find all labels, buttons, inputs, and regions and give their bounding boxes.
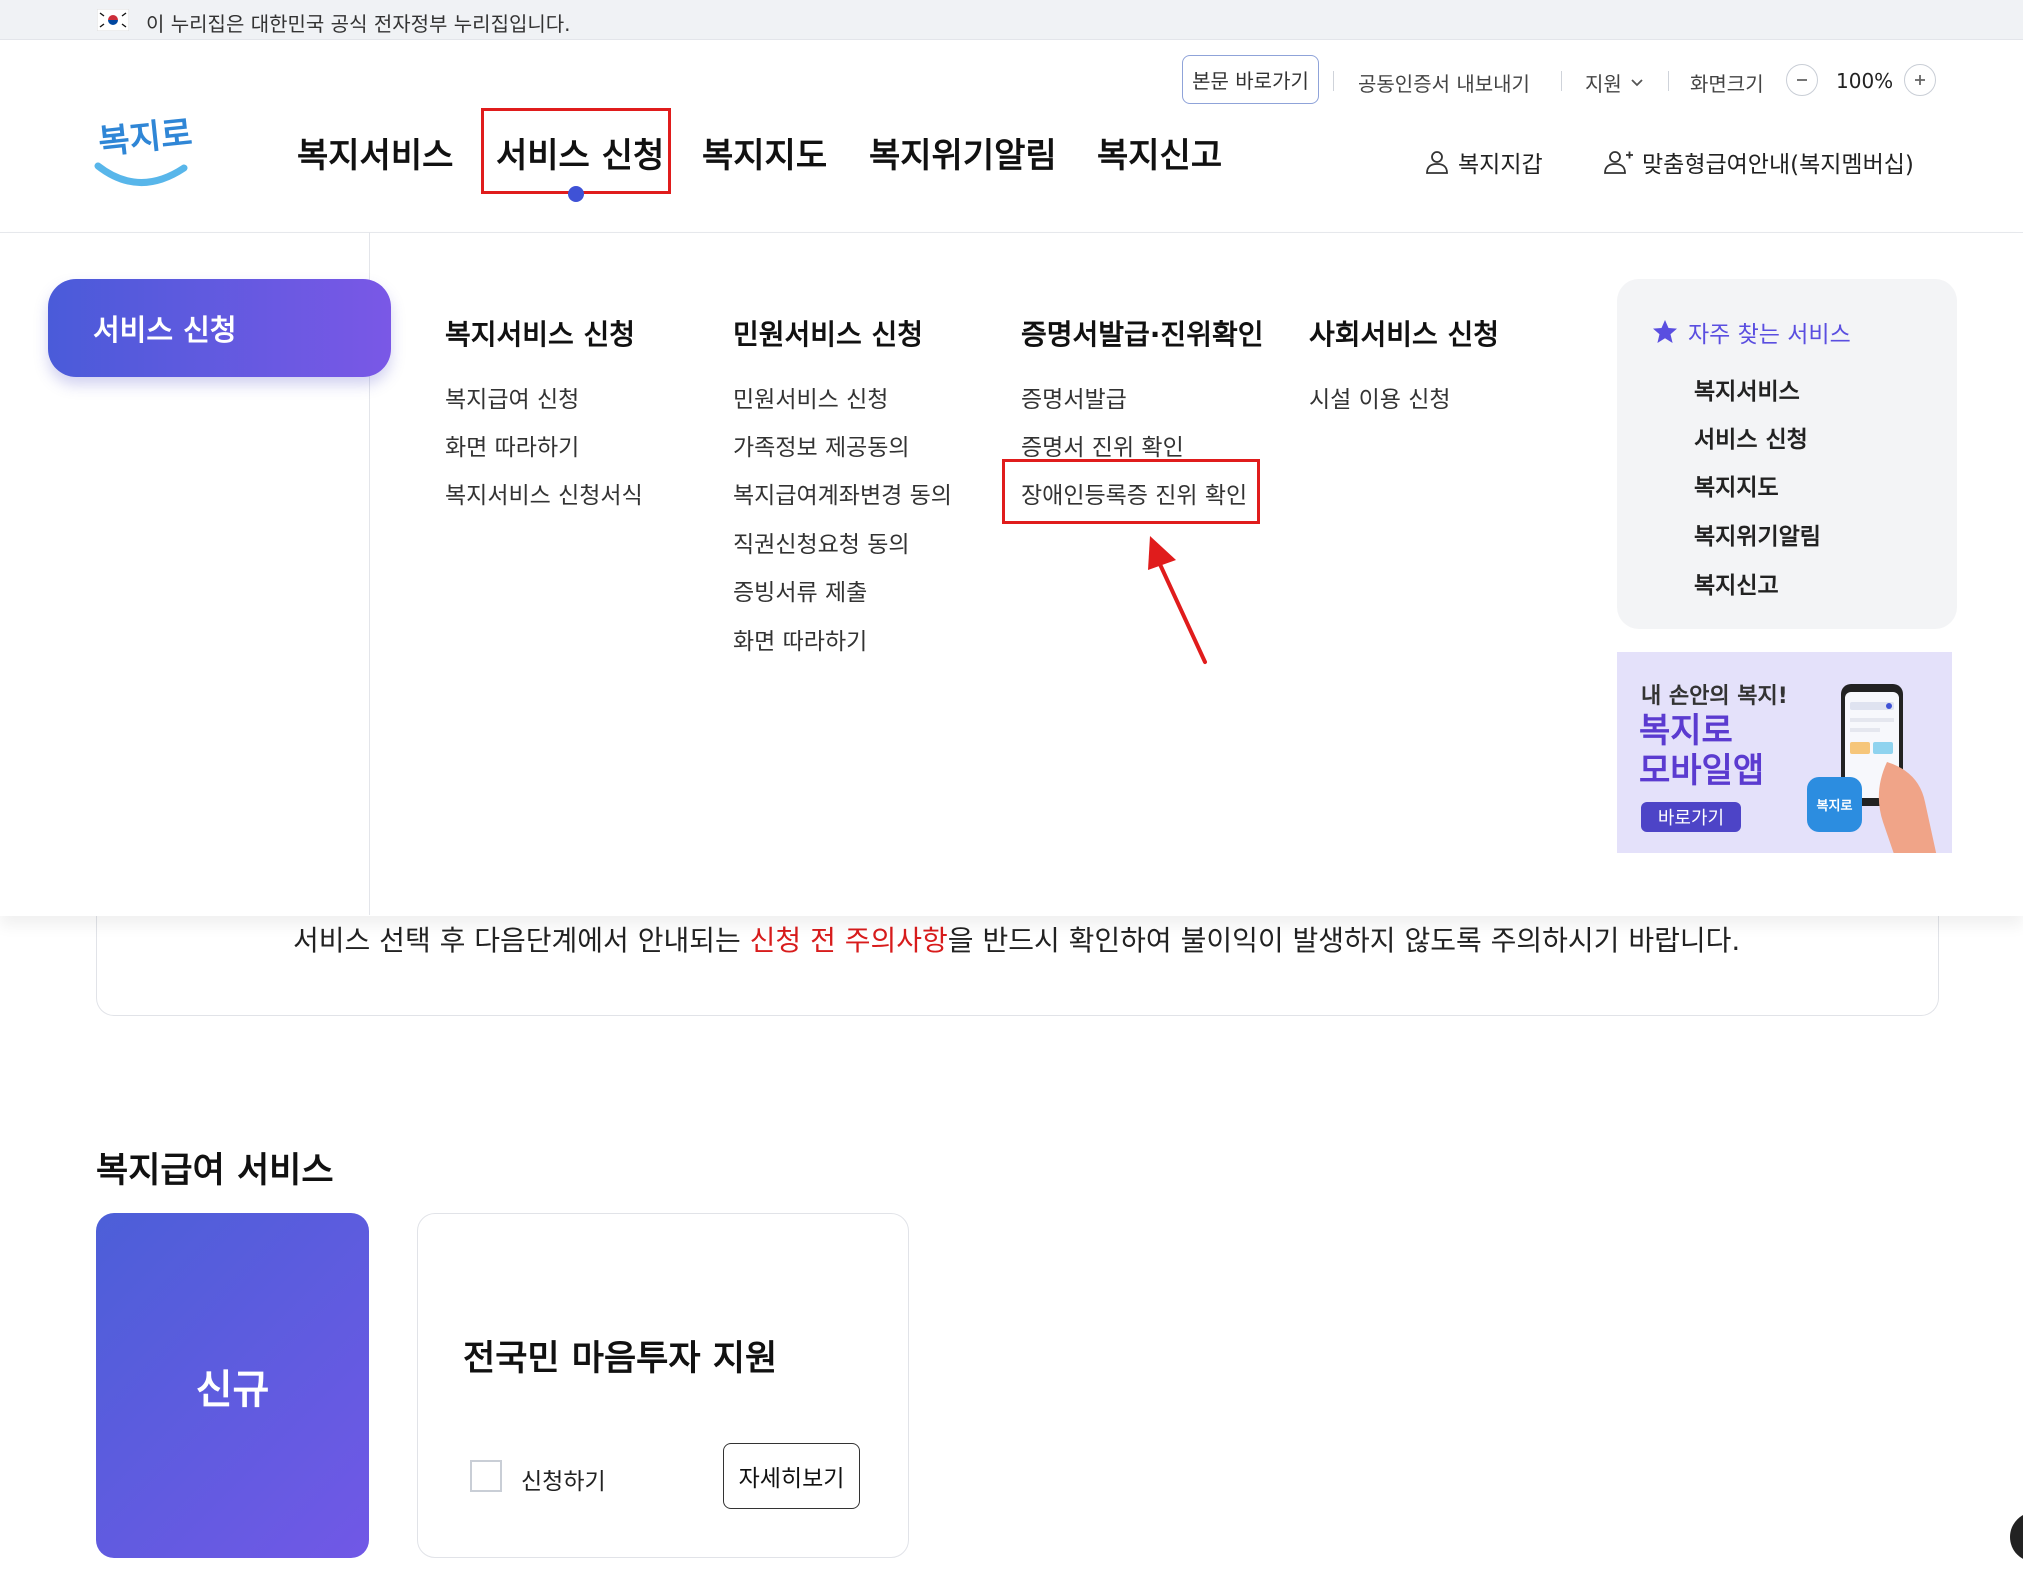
membership-link[interactable]: 맞춤형급여안내(복지멤버십) [1604, 145, 1914, 179]
gov-banner: 이 누리집은 대한민국 공식 전자정부 누리집입니다. [0, 0, 2023, 40]
detail-button[interactable]: 자세히보기 [723, 1443, 860, 1509]
notice-text-before: 서비스 선택 후 다음단계에서 안내되는 [293, 924, 750, 957]
menu-item[interactable]: 증명서발급 [1021, 380, 1127, 414]
menu-item[interactable]: 복지급여계좌변경 동의 [733, 476, 952, 510]
korea-flag-icon [97, 9, 129, 31]
column-title-welfare-apply[interactable]: 복지서비스 신청 [445, 313, 635, 353]
mega-menu-side-title[interactable]: 서비스 신청 [48, 279, 391, 377]
minus-icon [1797, 79, 1807, 81]
zoom-level: 100% [1836, 69, 1894, 93]
apply-label: 신청하기 [521, 1469, 606, 1495]
gnb-welfare-report[interactable]: 복지신고 [1097, 128, 1222, 177]
floating-button[interactable] [2010, 1512, 2023, 1562]
divider [1668, 71, 1669, 91]
mobile-app-banner[interactable]: 내 손안의 복지! 복지로 모바일앱 바로가기 복지로 [1617, 652, 1952, 853]
chevron-down-icon [1631, 78, 1643, 86]
menu-item[interactable]: 가족정보 제공동의 [733, 428, 910, 462]
gnb-welfare-service[interactable]: 복지서비스 [297, 128, 453, 177]
menu-item[interactable]: 복지급여 신청 [445, 380, 579, 414]
favorite-item[interactable]: 복지서비스 [1694, 372, 1800, 406]
cert-export-link[interactable]: 공동인증서 내보내기 [1358, 68, 1530, 97]
favorites-title-label: 자주 찾는 서비스 [1688, 322, 1851, 348]
logo[interactable]: 복지로 [94, 108, 194, 193]
screen-size-label: 화면크기 [1690, 72, 1764, 96]
notice-highlight: 신청 전 주의사항 [749, 924, 948, 957]
gnb-welfare-map[interactable]: 복지지도 [702, 128, 827, 177]
divider [1561, 71, 1562, 91]
zoom-out-button[interactable] [1786, 64, 1818, 96]
menu-item[interactable]: 민원서비스 신청 [733, 380, 888, 414]
section-title: 복지급여 서비스 [96, 1151, 334, 1191]
favorite-item[interactable]: 서비스 신청 [1694, 420, 1808, 454]
column-title-civil-apply[interactable]: 민원서비스 신청 [733, 313, 923, 353]
menu-item[interactable]: 복지서비스 신청서식 [445, 476, 643, 510]
support-dropdown[interactable]: 지원 [1585, 68, 1644, 97]
column-title-certificate[interactable]: 증명서발급·진위확인 [1021, 313, 1263, 353]
app-icon: 복지로 [1807, 777, 1862, 832]
active-menu-highlight-box [481, 108, 671, 194]
apply-checkbox[interactable] [470, 1460, 502, 1492]
divider [1333, 71, 1334, 91]
favorite-item[interactable]: 복지신고 [1694, 566, 1779, 600]
annotation-arrow-icon [1148, 536, 1207, 664]
menu-item[interactable]: 화면 따라하기 [733, 622, 867, 656]
favorite-item[interactable]: 복지위기알림 [1694, 517, 1821, 551]
logo-smile-icon [94, 162, 188, 186]
gov-banner-text: 이 누리집은 대한민국 공식 전자정부 누리집입니다. [146, 12, 571, 36]
user-icon [1426, 151, 1448, 174]
menu-item[interactable]: 증빙서류 제출 [733, 573, 867, 607]
logo-text: 복지로 [96, 113, 195, 163]
menu-item[interactable]: 직권신청요청 동의 [733, 525, 910, 559]
welfare-wallet-label: 복지지갑 [1458, 152, 1543, 178]
favorite-item[interactable]: 복지지도 [1694, 468, 1779, 502]
welfare-wallet-link[interactable]: 복지지갑 [1424, 145, 1543, 179]
membership-label: 맞춤형급여안내(복지멤버십) [1642, 152, 1914, 178]
star-icon [1653, 320, 1677, 343]
gnb-crisis-alert[interactable]: 복지위기알림 [869, 128, 1057, 177]
app-banner-go-button[interactable]: 바로가기 [1641, 802, 1741, 832]
active-indicator-dot [568, 186, 584, 202]
favorites-title: 자주 찾는 서비스 [1652, 315, 1851, 349]
app-banner-tagline: 내 손안의 복지! [1641, 684, 1788, 709]
menu-item-highlight-box [1002, 459, 1260, 524]
user-plus-icon [1604, 151, 1633, 174]
notice-text: 서비스 선택 후 다음단계에서 안내되는 신청 전 주의사항을 반드시 확인하여… [293, 919, 1740, 959]
app-banner-title-line2: 모바일앱 [1639, 751, 1765, 791]
support-label: 지원 [1585, 72, 1622, 96]
app-banner-title: 복지로 모바일앱 [1639, 711, 1764, 791]
service-card-title: 전국민 마음투자 지원 [463, 1339, 778, 1379]
zoom-in-button[interactable] [1904, 64, 1936, 96]
app-banner-title-line1: 복지로 [1639, 711, 1733, 751]
plus-icon [1915, 75, 1925, 85]
menu-item[interactable]: 시설 이용 신청 [1309, 380, 1451, 414]
menu-item[interactable]: 화면 따라하기 [445, 428, 579, 462]
menu-item[interactable]: 증명서 진위 확인 [1021, 428, 1184, 462]
app-icon-label: 복지로 [1816, 799, 1853, 814]
notice-text-after: 을 반드시 확인하여 불이익이 발생하지 않도록 주의하시기 바랍니다. [947, 924, 1741, 957]
new-badge-card: 신규 [96, 1213, 369, 1558]
skip-to-content-button[interactable]: 본문 바로가기 [1182, 55, 1319, 104]
column-title-social-service[interactable]: 사회서비스 신청 [1309, 313, 1499, 353]
